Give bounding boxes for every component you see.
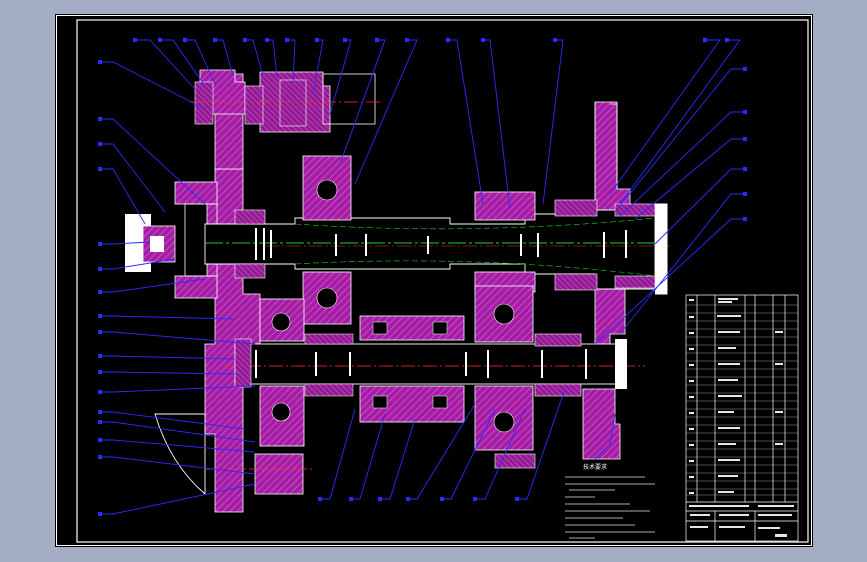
lower-shaft xyxy=(225,285,645,451)
notes-title: 技术要求 xyxy=(583,463,607,471)
technical-notes: 技术要求 xyxy=(565,463,655,539)
drawing-sheet: 技术要求 xyxy=(55,14,813,547)
left-coupling xyxy=(125,181,218,299)
parts-list-entries xyxy=(689,298,794,537)
gearbox-drawing: 技术要求 xyxy=(56,15,812,546)
outer-border xyxy=(56,15,812,546)
parts-list-rows xyxy=(686,304,798,496)
